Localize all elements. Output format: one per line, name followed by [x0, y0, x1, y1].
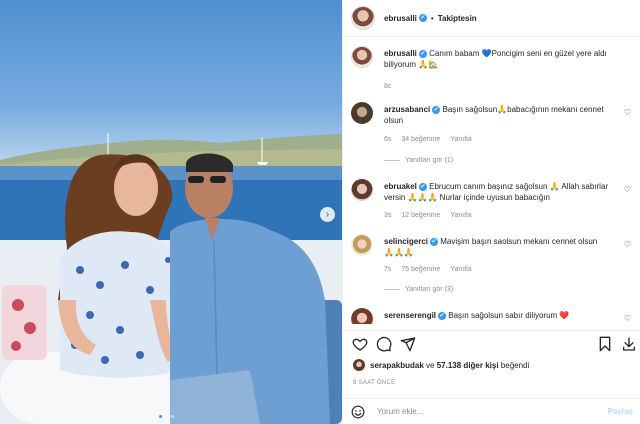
- like-comment-heart-icon[interactable]: ♡: [624, 185, 631, 194]
- comment-like-count[interactable]: 75 beğenme: [401, 266, 440, 273]
- comment-username[interactable]: serenserengil: [384, 311, 436, 320]
- comment-meta: 3s 12 beğenme Yanıtla: [384, 212, 472, 219]
- carousel-dot: [165, 415, 168, 418]
- post-side-panel: ebrusalli ✔ • Takiptesin ebrusalli ✔ Canı…: [342, 0, 640, 424]
- photo-illustration: [0, 133, 342, 424]
- avatar[interactable]: [351, 46, 373, 68]
- likes-connector: ve: [426, 360, 435, 370]
- avatar[interactable]: [351, 102, 373, 124]
- comment-meta: 6s 34 beğenme Yanıtla: [384, 136, 472, 143]
- emoji-icon[interactable]: [351, 405, 365, 419]
- like-comment-heart-icon[interactable]: ♡: [624, 240, 631, 249]
- view-replies-button[interactable]: Yanıtları gör (3): [384, 286, 453, 293]
- comment-text: Ebrucum canım başınız sağolsun 🙏 Allah s…: [384, 182, 609, 202]
- header-separator: •: [430, 13, 434, 23]
- view-replies-button[interactable]: Yanıtları gör (1): [384, 157, 453, 164]
- comment-username[interactable]: ebruakel: [384, 182, 417, 191]
- chevron-right-icon: ›: [325, 208, 330, 220]
- verified-badge-icon: ✔: [418, 49, 427, 58]
- verified-badge-icon: ✔: [418, 14, 427, 22]
- like-comment-heart-icon[interactable]: ♡: [624, 108, 631, 117]
- comment-time: 3s: [384, 212, 392, 219]
- post-header: ebrusalli ✔ • Takiptesin: [343, 0, 640, 37]
- verified-badge-icon: ✔: [430, 237, 439, 246]
- comment-body: selincigerci ✔ Mavişim başın saolsun meka…: [384, 236, 609, 258]
- share-send-icon[interactable]: [400, 336, 416, 352]
- comment-item: ebruakel ✔ Ebrucum canım başınız sağolsun…: [351, 179, 633, 227]
- post-comment-button[interactable]: Paylaş: [608, 407, 633, 416]
- reply-button[interactable]: Yanıtla: [450, 266, 471, 273]
- view-replies-label: Yanıtları gör (1): [405, 157, 454, 164]
- likes-first-user[interactable]: serapakbudak: [370, 361, 424, 370]
- comment-body: arzusabanci ✔ Başın sağolsun🙏babacığının …: [384, 104, 609, 126]
- add-comment-bar: Paylaş: [343, 398, 640, 424]
- carousel-next-button[interactable]: ›: [320, 207, 335, 222]
- comment-body: ebruakel ✔ Ebrucum canım başınız sağolsun…: [384, 181, 609, 203]
- comment-input[interactable]: [377, 407, 608, 416]
- verified-badge-icon: ✔: [418, 182, 427, 191]
- comment-time: 6s: [384, 136, 392, 143]
- save-bookmark-icon[interactable]: [597, 336, 613, 352]
- replies-line: [384, 289, 400, 290]
- header-username[interactable]: ebrusalli: [384, 14, 417, 23]
- carousel-dot: [159, 415, 162, 418]
- post-time: 8 SAAT ÖNCE: [353, 380, 396, 386]
- caption-time: 8c: [384, 83, 392, 90]
- avatar[interactable]: [351, 6, 375, 30]
- comment-time: 7s: [384, 266, 392, 273]
- following-button[interactable]: Takiptesin: [438, 14, 477, 23]
- avatar[interactable]: [351, 179, 373, 201]
- verified-badge-icon: ✔: [432, 105, 441, 114]
- caption-text: Canım babam 💙Poncigim seni en güzel yere…: [384, 49, 607, 69]
- caption-meta: 8c: [384, 83, 391, 90]
- comment-meta: 7s 75 beğenme Yanıtla: [384, 266, 472, 273]
- comment-like-count[interactable]: 12 beğenme: [401, 212, 440, 219]
- comment-body: serenserengil ✔ Başın sağolsun sabır dili…: [384, 310, 609, 321]
- likes-others-count[interactable]: 57.138 diğer kişi: [437, 361, 499, 370]
- comment-item: selincigerci ✔ Mavişim başın saolsun meka…: [351, 234, 633, 304]
- comments-list[interactable]: ebrusalli ✔ Canım babam 💙Poncigim seni en…: [343, 38, 640, 324]
- comment-username[interactable]: arzusabanci: [384, 105, 430, 114]
- caption-username[interactable]: ebrusalli: [384, 49, 417, 58]
- reply-button[interactable]: Yanıtla: [450, 136, 471, 143]
- caption-body: ebrusalli ✔ Canım babam 💙Poncigim seni en…: [384, 48, 624, 70]
- comment-bubble-icon[interactable]: [376, 336, 392, 352]
- avatar[interactable]: [351, 308, 373, 324]
- replies-line: [384, 160, 400, 161]
- like-heart-icon[interactable]: [352, 336, 368, 352]
- avatar[interactable]: [351, 234, 373, 256]
- post-actions: [343, 330, 640, 356]
- like-comment-heart-icon[interactable]: ♡: [624, 314, 631, 323]
- caption: ebrusalli ✔ Canım babam 💙Poncigim seni en…: [351, 46, 633, 94]
- comment-text: Başın sağolsun sabır diliyorum ❤️: [448, 311, 570, 320]
- verified-badge-icon: ✔: [438, 311, 447, 320]
- likes-suffix: beğendi: [500, 360, 530, 370]
- view-replies-label: Yanıtları gör (3): [405, 286, 454, 293]
- comment-username[interactable]: selincigerci: [384, 237, 428, 246]
- comment-item: serenserengil ✔ Başın sağolsun sabır dili…: [351, 308, 633, 324]
- likes-summary: serapakbudak ve 57.138 diğer kişi beğend…: [353, 359, 529, 371]
- download-icon[interactable]: [621, 336, 637, 352]
- comment-like-count[interactable]: 34 beğenme: [401, 136, 440, 143]
- comment-item: arzusabanci ✔ Başın sağolsun🙏babacığının …: [351, 102, 633, 172]
- avatar[interactable]: [353, 359, 365, 371]
- post-photo[interactable]: ›: [0, 0, 342, 424]
- reply-button[interactable]: Yanıtla: [450, 212, 471, 219]
- carousel-dot: [171, 415, 174, 418]
- carousel-indicator: [159, 415, 174, 418]
